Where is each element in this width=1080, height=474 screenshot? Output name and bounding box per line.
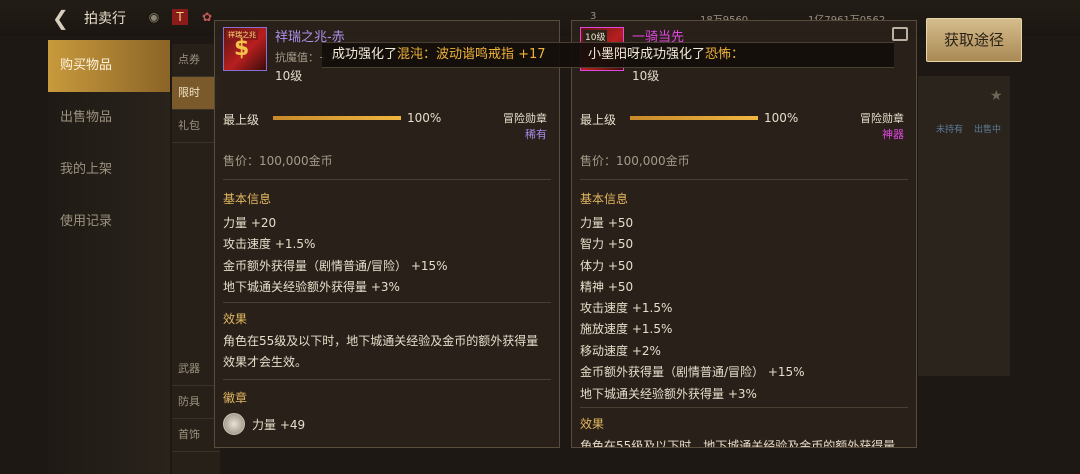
section-effect: 效果 [223,312,248,326]
section-basic: 基本信息 [580,192,629,206]
mode-icon[interactable]: T [172,9,188,25]
price: 售价：100,000金币 [580,154,690,168]
rarity-label: 神器 [882,128,904,141]
section-badge: 徽章 [223,391,248,405]
stat-line: 金币额外获得量（剧情普通/冒险） +15% [223,259,448,273]
progress-bar [630,116,758,120]
left-nav: 购买物品 出售物品 我的上架 使用记录 [48,40,170,474]
category-item[interactable]: 武器 [172,353,220,386]
progress-text: 100% [764,111,799,125]
item-level: 10级 [275,69,303,83]
nav-item-my-listings[interactable]: 我的上架 [48,144,170,196]
nav-item-sell[interactable]: 出售物品 [48,92,170,144]
section-basic: 基本信息 [223,192,272,206]
item-icon: 祥瑞之兆 $ [223,27,267,71]
share-icon[interactable] [892,27,908,41]
max-level-label: 最上级 [580,113,617,127]
acquire-button[interactable]: 获取途径 [926,18,1022,62]
stat-line: 金币额外获得量（剧情普通/冒险） +15% [580,365,805,379]
status-owned: 未持有 [936,125,964,135]
category-column: 点券 限时 礼包 武器 防具 首饰 [172,44,220,474]
notify-item: 恐怖： [705,47,745,62]
nav-item-buy[interactable]: 购买物品 [48,40,170,92]
notify-segment: 成功强化了混沌：波动谐鸣戒指 +17 [332,43,546,67]
category-item[interactable]: 防具 [172,386,220,419]
divider [223,379,551,380]
effect-text: 角色在55级及以下时，地下城通关经验及金币的额外获得量效果才会生效。 [223,334,539,369]
progress-fill [630,116,758,120]
category-item[interactable]: 点券 [172,44,220,77]
stat-line: 智力 +50 [580,237,634,251]
effect-text: 角色在55级及以下时，地下城通关经验及金币的额外获得量 [580,439,896,448]
max-level-label: 最上级 [223,113,260,127]
stat-line: 施放速度 +1.5% [580,322,673,336]
event-icon[interactable]: ✿ [199,9,215,25]
stat-line: 移动速度 +2% [580,344,661,358]
listing-panel [918,76,1010,376]
divider [580,179,908,180]
stat-line: 精神 +50 [580,280,634,294]
dragon-icon: $ [234,36,250,61]
star-icon[interactable]: ★ [990,88,1003,104]
stat-line: 攻击速度 +1.5% [223,237,316,251]
back-arrow-icon[interactable]: ❮ [52,6,69,30]
stat-line: 力量 +50 [580,216,634,230]
app-title: 拍卖行 [84,11,126,27]
stat-line: 地下城通关经验额外获得量 +3% [223,280,400,294]
notify-prefix: 成功强化了 [332,47,398,62]
category-item[interactable]: 限时 [172,77,220,110]
item-level: 10级 [632,69,660,83]
nav-item-history[interactable]: 使用记录 [48,196,170,248]
progress-text: 100% [407,111,442,125]
divider [223,179,551,180]
progress-fill [273,116,401,120]
medal-type: 冒险勋章 [860,112,904,125]
stat-line: 体力 +50 [580,259,634,273]
stat-line: 攻击速度 +1.5% [580,301,673,315]
divider [223,302,551,303]
divider [580,407,908,408]
item-tooltip-left: 祥瑞之兆 $ 祥瑞之兆-赤 抗魔值：+1 10级 最上级 100% 冒险勋章 稀… [214,20,560,448]
notify-item: 混沌：波动谐鸣戒指 +17 [397,47,546,62]
badge-icon [223,413,245,435]
item-tooltip-right: 10级 一骑当先 10级 最上级 100% 冒险勋章 神器 售价：100,000… [571,20,917,448]
progress-bar [273,116,401,120]
category-item[interactable]: 首饰 [172,419,220,452]
notify-prefix: 小墨阳呀成功强化了 [588,47,706,62]
medal-type: 冒险勋章 [503,112,547,125]
enhance-notification: 成功强化了混沌：波动谐鸣戒指 +17 小墨阳呀成功强化了恐怖： [322,42,894,68]
category-item[interactable]: 礼包 [172,110,220,143]
price: 售价：100,000金币 [223,154,333,168]
eye-icon[interactable]: ◉ [146,9,162,25]
badge-stat: 力量 +49 [252,418,306,432]
stat-line: 地下城通关经验额外获得量 +3% [580,387,757,401]
section-effect: 效果 [580,417,605,431]
status-selling: 出售中 [974,125,1002,135]
notify-segment: 小墨阳呀成功强化了恐怖： [588,43,744,67]
stat-line: 力量 +20 [223,216,277,230]
rarity-label: 稀有 [525,128,547,141]
